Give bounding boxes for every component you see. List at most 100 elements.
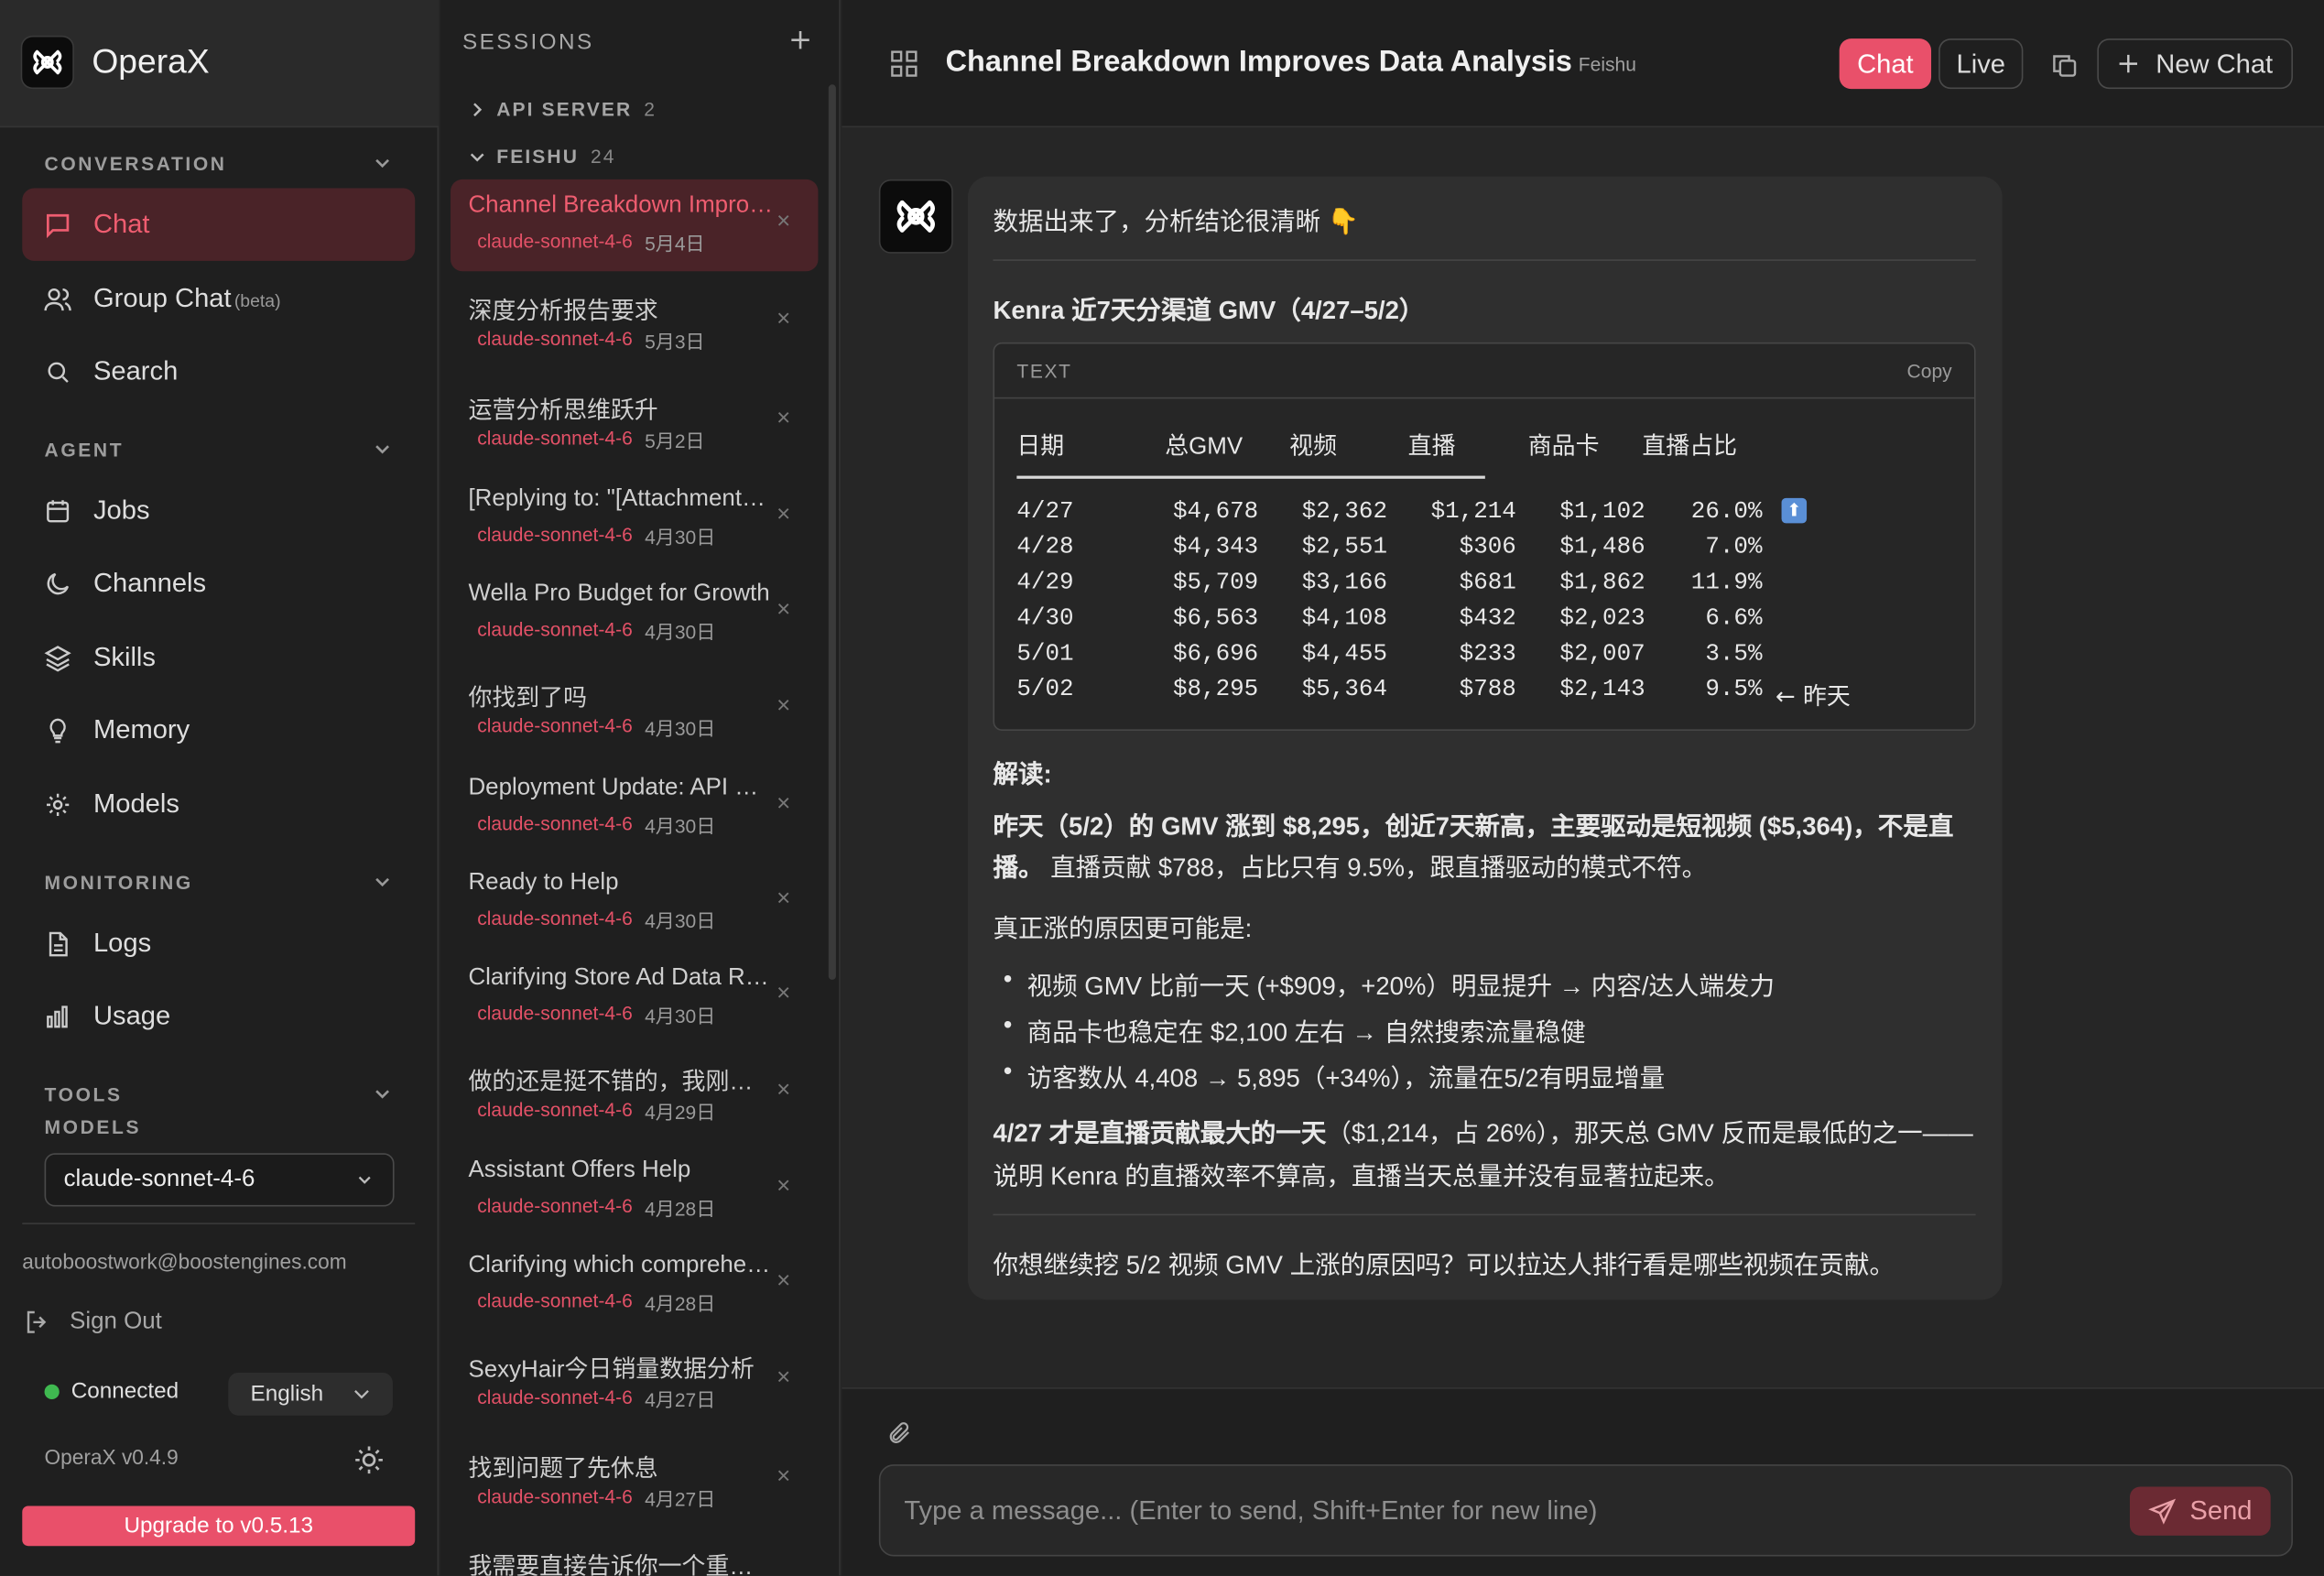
session-item[interactable]: 做的还是挺不错的，我刚刚看了 claude-sonnet-4-6 4月29日 × <box>451 1048 818 1139</box>
close-icon[interactable]: × <box>776 1174 790 1201</box>
session-title: Assistant Offers Help <box>468 1158 691 1183</box>
session-item[interactable]: Ready to Help claude-sonnet-4-6 4月30日 × <box>451 857 818 949</box>
chat-title: Channel Breakdown Improves Data Analysis <box>945 46 1572 79</box>
paperclip-icon[interactable] <box>886 1420 913 1447</box>
table-cell: 3.5% <box>1705 640 1763 668</box>
session-item[interactable]: Wella Pro Budget for Growth claude-sonnet… <box>451 568 818 659</box>
column-header: 直播 <box>1407 434 1456 460</box>
session-item[interactable]: Assistant Offers Help claude-sonnet-4-6 4月… <box>451 1145 818 1236</box>
sidebar-item-models[interactable]: Models <box>22 767 415 840</box>
grid-icon[interactable] <box>889 49 918 78</box>
session-item[interactable]: 运营分析思维跃升 claude-sonnet-4-6 5月2日 × <box>451 376 818 468</box>
table-cell: $1,214 <box>1430 497 1516 525</box>
section-models: MODELS <box>44 1115 142 1139</box>
close-icon[interactable]: × <box>776 597 790 624</box>
chevron-down-icon <box>354 1390 369 1399</box>
sidebar-item-jobs[interactable]: Jobs <box>22 474 415 547</box>
close-icon[interactable]: × <box>776 1269 790 1296</box>
close-icon[interactable]: × <box>776 694 790 721</box>
chevron-down-icon[interactable] <box>371 870 395 894</box>
close-icon[interactable]: × <box>776 982 790 1008</box>
theme-toggle-sun-icon[interactable] <box>353 1444 386 1477</box>
list-item-text: 访客数从 4,408 → 5,895（+34%），流量在5/2有明显增量 <box>1026 1064 1666 1092</box>
table-cell: 4/27 <box>1016 497 1074 525</box>
live-mode-button[interactable]: Live <box>1938 38 2024 90</box>
chevron-down-icon[interactable] <box>371 437 395 461</box>
session-title: 做的还是挺不错的，我刚刚看了 <box>468 1070 774 1096</box>
log-out-icon <box>27 1310 47 1333</box>
session-title: 找到问题了先休息 <box>468 1457 658 1483</box>
session-date: 4月30日 <box>645 815 716 838</box>
sign-out-button[interactable]: Sign Out <box>22 1308 162 1337</box>
table-cell: $8,295 <box>1172 676 1259 703</box>
session-item[interactable]: 深度分析报告要求 claude-sonnet-4-6 5月3日 × <box>451 277 818 369</box>
session-date: 4月29日 <box>645 1101 716 1124</box>
scrollbar[interactable] <box>828 84 836 980</box>
session-title: Channel Breakdown Improves Data Analysis <box>468 192 774 218</box>
chat-mode-button[interactable]: Chat <box>1839 38 1932 90</box>
session-item[interactable]: 我需要直接告诉你一个重要的 <box>451 1533 818 1576</box>
session-title: SexyHair今日销量数据分析 <box>468 1357 755 1384</box>
close-icon[interactable]: × <box>776 1464 790 1491</box>
close-icon[interactable]: × <box>776 1365 790 1392</box>
session-item[interactable]: Deployment Update: API Server claude-sonn… <box>451 762 818 853</box>
session-model: claude-sonnet-4-6 <box>477 1289 633 1312</box>
session-item[interactable]: 你找到了吗 claude-sonnet-4-6 4月30日 × <box>451 664 818 755</box>
session-title: 运营分析思维跃升 <box>468 398 658 424</box>
session-date: 4月30日 <box>645 717 716 740</box>
table-cell: $432 <box>1459 604 1516 632</box>
session-date: 4月30日 <box>645 621 716 644</box>
sidebar-item-chat[interactable]: Chat <box>22 188 416 261</box>
copy-icon[interactable] <box>2051 52 2078 79</box>
language-value: English <box>250 1381 324 1408</box>
code-copy-button[interactable]: Copy <box>1907 360 1952 382</box>
sidebar-item-logs[interactable]: Logs <box>22 908 415 980</box>
table-cell: 11.9% <box>1690 569 1763 596</box>
table-note: ← 昨天 <box>1776 681 1851 711</box>
session-item[interactable]: [Replying to: "[Attachment… claude-sonnet… <box>451 473 818 564</box>
session-group-api-server[interactable]: API SERVER 2 <box>470 98 657 120</box>
sidebar-item-label: Usage <box>92 1000 171 1030</box>
chevron-down-icon[interactable] <box>371 1082 395 1106</box>
sidebar-item-usage[interactable]: Usage <box>22 980 415 1052</box>
header-underline <box>1016 475 1485 479</box>
table-cell: 7.0% <box>1705 533 1763 560</box>
session-item[interactable]: Channel Breakdown Improves Data Analysis… <box>451 179 819 272</box>
session-model: claude-sonnet-4-6 <box>477 1098 633 1121</box>
send-button[interactable]: Send <box>2129 1486 2271 1536</box>
session-item[interactable]: Clarifying Store Ad Data Requests claude-… <box>451 951 818 1043</box>
brand-header: OperaX <box>0 0 440 128</box>
close-icon[interactable]: × <box>776 886 790 913</box>
language-select[interactable]: English <box>228 1372 393 1416</box>
message-input[interactable]: Type a message... (Enter to send, Shift+… <box>878 1464 2293 1557</box>
close-icon[interactable]: × <box>776 791 790 818</box>
session-group-feishu[interactable]: FEISHU 24 <box>470 146 616 168</box>
session-date: 4月27日 <box>645 1488 716 1511</box>
table-cell: 4/30 <box>1016 604 1074 632</box>
session-item[interactable]: 找到问题了先休息 claude-sonnet-4-6 4月27日 × <box>451 1435 818 1527</box>
session-item[interactable]: SexyHair今日销量数据分析 claude-sonnet-4-6 4月27日 × <box>451 1335 818 1427</box>
table-cell: 6.6% <box>1705 604 1763 632</box>
session-item[interactable]: Clarifying which comprehensive claude-son… <box>451 1239 818 1331</box>
sidebar-item-memory[interactable]: Memory <box>22 694 415 766</box>
close-icon[interactable]: × <box>776 209 790 235</box>
sidebar-item-channels[interactable]: Channels <box>22 547 415 619</box>
close-icon[interactable]: × <box>776 307 790 333</box>
sidebar-item-search[interactable]: Search <box>22 335 415 408</box>
close-icon[interactable]: × <box>776 406 790 432</box>
divider <box>994 397 1974 399</box>
close-icon[interactable]: × <box>776 503 790 529</box>
operax-logo-icon[interactable] <box>20 35 74 90</box>
session-title: Clarifying Store Ad Data Requests <box>468 964 773 991</box>
upgrade-button[interactable]: Upgrade to v0.5.13 <box>22 1505 416 1547</box>
sidebar-item-label: Search <box>92 355 179 386</box>
table-cell: $1,862 <box>1559 569 1645 596</box>
plus-icon[interactable] <box>787 27 813 53</box>
session-title: Wella Pro Budget for Growth <box>468 581 770 607</box>
sidebar-item-group-chat[interactable]: Group Chat (beta) <box>22 262 415 334</box>
new-chat-button[interactable]: New Chat <box>2097 38 2293 90</box>
chevron-down-icon[interactable] <box>371 151 395 175</box>
close-icon[interactable]: × <box>776 1078 790 1104</box>
sidebar-item-skills[interactable]: Skills <box>22 621 415 693</box>
model-select[interactable]: claude-sonnet-4-6 <box>44 1153 395 1207</box>
